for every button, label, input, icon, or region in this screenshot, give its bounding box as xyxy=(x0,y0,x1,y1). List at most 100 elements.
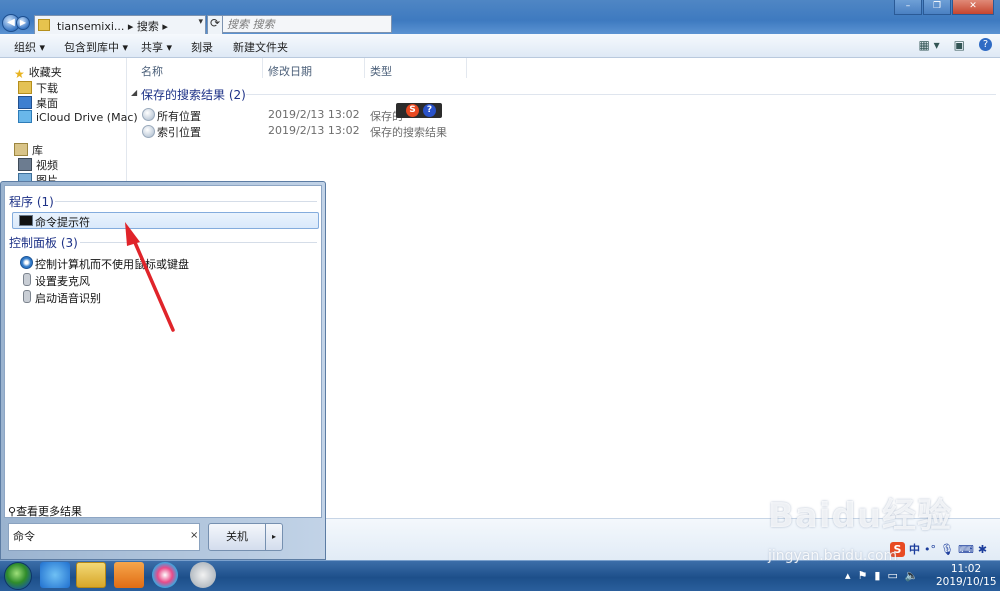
cmd-icon xyxy=(19,215,33,226)
videos-icon xyxy=(18,158,32,171)
libraries-icon xyxy=(14,143,28,156)
microphone-icon xyxy=(23,290,31,303)
column-header-date[interactable]: 修改日期 xyxy=(268,63,312,79)
battery-icon[interactable]: ▮ xyxy=(874,569,880,582)
start-button[interactable] xyxy=(4,562,32,590)
column-header-type[interactable]: 类型 xyxy=(370,63,392,79)
sogou-ime-toolbar[interactable]: S ? xyxy=(396,103,442,118)
see-more-results-label: 查看更多结果 xyxy=(16,505,83,518)
punctuation-icon[interactable]: •° xyxy=(924,542,936,557)
control-panel-group-header[interactable]: 控制面板 (3) xyxy=(9,234,78,251)
burn-button[interactable]: 刻录 xyxy=(191,39,213,55)
utility-app-icon[interactable] xyxy=(190,562,216,588)
microphone-icon xyxy=(23,273,31,286)
result-label[interactable]: 启动语音识别 xyxy=(35,290,101,306)
file-date: 2019/2/13 13:02 xyxy=(268,124,360,137)
window-controls: – ❐ ✕ xyxy=(893,0,994,15)
group-divider xyxy=(55,201,317,202)
ease-of-access-icon xyxy=(20,256,33,269)
nav-favorites-label: 收藏夹 xyxy=(28,66,62,79)
maximize-button[interactable]: ❐ xyxy=(923,0,951,15)
new-folder-button[interactable]: 新建文件夹 xyxy=(233,39,288,55)
group-divider xyxy=(246,94,996,95)
nav-pictures[interactable]: 图片 xyxy=(18,172,58,181)
help-icon[interactable]: ? xyxy=(423,104,436,117)
result-label[interactable]: 控制计算机而不使用鼠标或键盘 xyxy=(35,256,189,272)
microphone-icon[interactable]: 🎙 xyxy=(940,542,954,557)
column-divider[interactable] xyxy=(364,58,365,78)
keyboard-icon[interactable]: ⌨ xyxy=(958,542,974,557)
baidu-watermark: Baidu经验 xyxy=(768,496,953,536)
downloads-folder-icon xyxy=(18,81,32,94)
column-divider[interactable] xyxy=(262,58,263,78)
column-header-name[interactable]: 名称 xyxy=(141,63,163,79)
saved-search-icon xyxy=(142,125,155,138)
refresh-icon[interactable]: ⟳ xyxy=(207,15,223,35)
baidu-watermark-url: jingyan.baidu.com xyxy=(768,548,898,564)
search-input[interactable]: 搜索 搜索 xyxy=(222,15,392,33)
address-bar[interactable]: tiansemixi... ▸ 搜索 ▸ ▾ xyxy=(34,15,206,35)
nav-pictures-label: 图片 xyxy=(36,174,58,181)
preview-pane-icon[interactable]: ▣ xyxy=(954,38,965,52)
programs-group-header[interactable]: 程序 (1) xyxy=(9,193,54,210)
file-date: 2019/2/13 13:02 xyxy=(268,108,360,121)
minimize-button[interactable]: – xyxy=(894,0,922,15)
nav-libraries[interactable]: 库 xyxy=(14,142,43,158)
system-tray: ▴ ⚑ ▮ ▭ 🔈 xyxy=(845,562,919,588)
shutdown-options-button[interactable]: ▸ xyxy=(265,523,283,551)
media-player-icon[interactable] xyxy=(114,562,144,588)
sogou-s-icon[interactable]: S xyxy=(406,104,419,117)
ime-status-bar: S 中 •° 🎙 ⌨ ✱ xyxy=(890,542,987,557)
nav-favorites[interactable]: ★ 收藏夹 xyxy=(14,64,62,81)
breadcrumb[interactable]: tiansemixi... ▸ 搜索 ▸ xyxy=(57,18,168,34)
file-type: 保存的搜索结果 xyxy=(370,126,447,139)
explorer-icon[interactable] xyxy=(76,562,106,588)
settings-icon[interactable]: ✱ xyxy=(978,542,987,557)
saved-search-icon xyxy=(142,108,155,121)
show-hidden-icons[interactable]: ▴ xyxy=(845,569,851,582)
icloud-folder-icon xyxy=(18,110,32,123)
pinwheel-app-icon[interactable] xyxy=(152,562,178,588)
nav-icloud-label: iCloud Drive (Mac) xyxy=(36,111,138,124)
view-options-icon[interactable]: ▦ ▾ xyxy=(918,38,939,52)
file-name[interactable]: 所有位置 xyxy=(157,108,201,124)
volume-icon[interactable]: 🔈 xyxy=(905,569,919,582)
pictures-icon xyxy=(18,173,32,181)
clock-time: 11:02 xyxy=(950,563,982,575)
column-divider[interactable] xyxy=(466,58,467,78)
shutdown-button[interactable]: 关机 xyxy=(208,523,266,551)
forward-button[interactable]: ▶ xyxy=(16,16,30,30)
chevron-down-icon[interactable]: ▾ xyxy=(198,17,203,27)
result-label[interactable]: 设置麦克风 xyxy=(35,273,90,289)
include-library-menu[interactable]: 包含到库中 ▾ xyxy=(64,39,128,55)
result-label: 命令提示符 xyxy=(35,216,90,229)
flag-icon[interactable]: ⚑ xyxy=(858,569,868,582)
collapse-group-icon[interactable]: ◢ xyxy=(131,88,137,97)
file-name[interactable]: 索引位置 xyxy=(157,124,201,140)
internet-explorer-icon[interactable] xyxy=(40,562,70,588)
share-menu[interactable]: 共享 ▾ xyxy=(141,39,172,55)
close-button[interactable]: ✕ xyxy=(952,0,994,15)
nav-downloads[interactable]: 下载 xyxy=(18,80,58,96)
ime-mode[interactable]: 中 xyxy=(909,542,920,557)
nav-desktop-label: 桌面 xyxy=(36,97,58,110)
clear-search-icon[interactable]: × xyxy=(190,530,198,541)
network-icon[interactable]: ▭ xyxy=(887,569,897,582)
nav-icloud[interactable]: iCloud Drive (Mac) xyxy=(18,110,138,124)
start-search-input[interactable]: 命令 xyxy=(8,523,200,551)
clock-date: 2019/10/15 xyxy=(936,576,997,588)
folder-icon xyxy=(38,19,50,31)
group-divider xyxy=(80,242,317,243)
organize-menu[interactable]: 组织 ▾ xyxy=(14,39,45,55)
nav-libraries-label: 库 xyxy=(32,144,43,157)
help-icon[interactable]: ? xyxy=(979,38,992,51)
nav-downloads-label: 下载 xyxy=(36,82,58,95)
nav-videos-label: 视频 xyxy=(36,159,58,172)
nav-videos[interactable]: 视频 xyxy=(18,157,58,173)
group-header[interactable]: 保存的搜索结果 (2) xyxy=(141,86,246,103)
clock[interactable]: 11:02 2019/10/15 xyxy=(936,563,997,589)
search-icon: ⚲ xyxy=(8,505,17,518)
nav-desktop[interactable]: 桌面 xyxy=(18,95,58,111)
see-more-results-link[interactable]: ⚲查看更多结果 xyxy=(8,503,82,519)
star-icon: ★ xyxy=(14,67,25,81)
